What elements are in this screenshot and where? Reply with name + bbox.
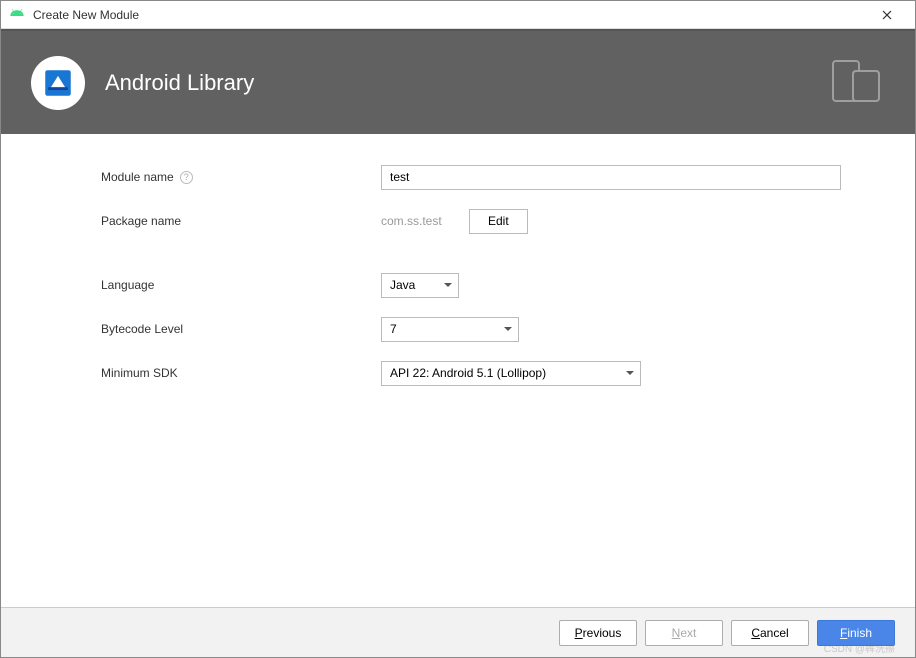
edit-package-button[interactable]: Edit: [469, 209, 528, 234]
language-select[interactable]: Java: [381, 273, 459, 298]
language-value: Java: [390, 278, 415, 292]
min-sdk-row: Minimum SDK API 22: Android 5.1 (Lollipo…: [101, 360, 885, 386]
finish-button[interactable]: Finish: [817, 620, 895, 646]
devices-icon: [829, 57, 885, 108]
android-logo-icon: [9, 7, 25, 23]
header-banner: Android Library: [1, 29, 915, 134]
package-name-value: com.ss.test: [381, 214, 451, 228]
close-button[interactable]: [867, 3, 907, 27]
chevron-down-icon: [504, 327, 512, 331]
chevron-down-icon: [626, 371, 634, 375]
package-name-row: Package name com.ss.test Edit: [101, 208, 885, 234]
package-name-label: Package name: [101, 214, 381, 228]
module-type-icon: [31, 56, 85, 110]
form-area: Module name ? Package name com.ss.test E…: [1, 134, 915, 607]
bytecode-row: Bytecode Level 7: [101, 316, 885, 342]
cancel-button[interactable]: Cancel: [731, 620, 809, 646]
language-label: Language: [101, 278, 381, 292]
previous-button[interactable]: Previous: [559, 620, 637, 646]
min-sdk-value: API 22: Android 5.1 (Lollipop): [390, 366, 546, 380]
chevron-down-icon: [444, 283, 452, 287]
titlebar: Create New Module: [1, 1, 915, 29]
min-sdk-label: Minimum SDK: [101, 366, 381, 380]
dialog-window: Create New Module Android Library Module…: [0, 0, 916, 658]
bytecode-label: Bytecode Level: [101, 322, 381, 336]
help-icon[interactable]: ?: [180, 171, 193, 184]
module-name-input[interactable]: [381, 165, 841, 190]
module-name-row: Module name ?: [101, 164, 885, 190]
min-sdk-select[interactable]: API 22: Android 5.1 (Lollipop): [381, 361, 641, 386]
header-title: Android Library: [105, 70, 829, 96]
module-name-label-text: Module name: [101, 170, 174, 184]
footer: Previous Next Cancel Finish CSDN @犇洗擦: [1, 607, 915, 657]
bytecode-value: 7: [390, 322, 397, 336]
module-name-label: Module name ?: [101, 170, 381, 184]
language-row: Language Java: [101, 272, 885, 298]
next-button: Next: [645, 620, 723, 646]
bytecode-select[interactable]: 7: [381, 317, 519, 342]
window-title: Create New Module: [33, 8, 867, 22]
